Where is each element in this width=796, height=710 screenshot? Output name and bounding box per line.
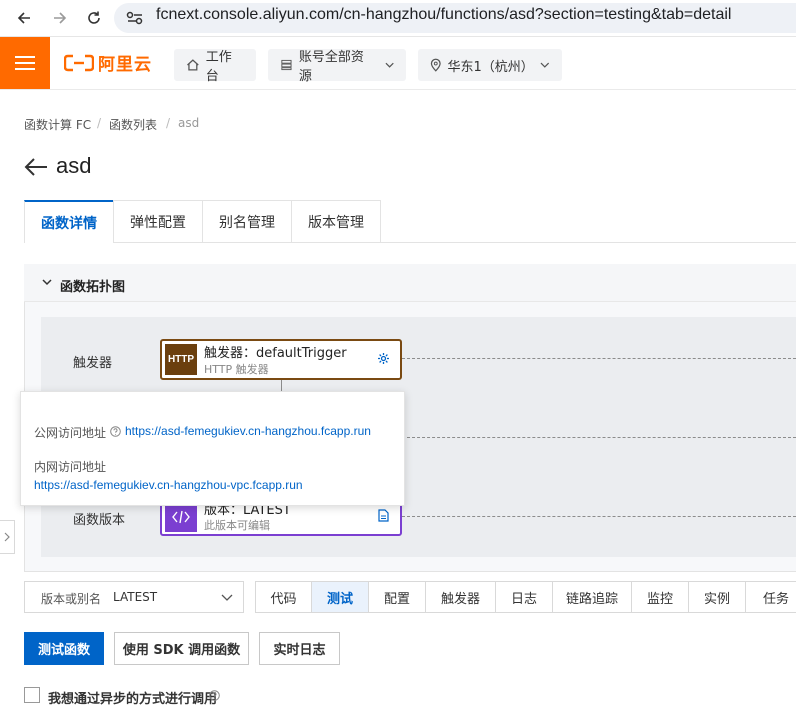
test-function-button[interactable]: 测试函数 [24,632,104,665]
public-url-link[interactable]: https://asd-femegukiev.cn-hangzhou.fcapp… [125,424,371,438]
page-title: asd [56,153,92,178]
breadcrumb-fc[interactable]: 函数计算 FC [24,116,91,133]
menu-button[interactable] [0,37,50,89]
http-trigger-icon: HTTP [165,344,197,375]
realtime-log-button[interactable]: 实时日志 [259,632,340,665]
alias-dashed-line [402,437,796,438]
url-text: fcnext.console.aliyun.com/cn-hangzhou/fu… [156,6,732,23]
subtab-monitoring[interactable]: 监控 [632,581,689,613]
tabs-divider [24,242,796,243]
side-expand-handle[interactable] [0,520,15,554]
tab-elastic-config[interactable]: 弹性配置 [113,200,203,242]
public-url-label: 公网访问地址 [34,426,107,440]
resource-scope-dropdown[interactable]: 账号全部资源 [268,49,406,84]
breadcrumb-function-list[interactable]: 函数列表 [109,116,157,133]
resource-icon [281,59,292,71]
subtab-tracing[interactable]: 链路追踪 [553,581,632,613]
workbench-button[interactable]: 工作台 [174,49,256,84]
private-url-link[interactable]: https://asd-femegukiev.cn-hangzhou-vpc.f… [34,478,303,492]
trigger-type: HTTP 触发器 [204,363,269,376]
subtab-test[interactable]: 测试 [312,581,369,613]
subtab-code[interactable]: 代码 [255,581,312,613]
chevron-down-icon [221,594,233,601]
site-settings-icon[interactable] [126,10,144,26]
region-dropdown[interactable]: 华东1（杭州） [418,49,562,81]
version-select-value: LATEST [113,590,158,604]
version-select-label: 版本或别名 [41,592,102,606]
tab-version-management[interactable]: 版本管理 [291,200,381,242]
gear-icon[interactable] [377,352,390,365]
document-icon[interactable] [378,509,389,522]
async-checkbox-label: 我想通过异步的方式进行调用 [48,692,218,707]
subtab-instances[interactable]: 实例 [689,581,746,613]
reload-icon[interactable] [82,6,106,30]
trigger-row-label: 触发器 [73,356,113,371]
version-icon [165,502,197,532]
private-url-label: 内网访问地址 [34,460,107,474]
location-pin-icon [430,58,441,72]
async-checkbox[interactable] [24,687,40,703]
chevron-down-icon [385,62,394,68]
aliyun-logo[interactable]: 阿里云 [64,50,152,75]
home-icon [187,59,199,71]
tab-function-details[interactable]: 函数详情 [24,200,114,243]
topology-panel-header[interactable] [24,264,796,302]
sdk-invoke-button[interactable]: 使用 SDK 调用函数 [114,632,249,665]
help-icon[interactable] [209,690,220,701]
subtab-triggers[interactable]: 触发器 [426,581,496,613]
chevron-right-icon [4,532,10,542]
version-row-label: 函数版本 [73,513,126,528]
forward-arrow-icon[interactable] [48,6,72,30]
aliyun-logo-icon [64,54,94,71]
version-dashed-line [402,516,796,517]
trigger-name: 触发器：defaultTrigger [204,346,347,361]
breadcrumb-separator: / [166,116,171,130]
help-icon[interactable] [110,426,121,437]
hamburger-icon [15,56,35,70]
trigger-dashed-line [402,358,796,359]
back-arrow-icon[interactable] [24,158,48,176]
subtab-tasks[interactable]: 任务 [746,581,796,613]
collapse-chevron-icon[interactable] [42,278,52,286]
tab-alias-management[interactable]: 别名管理 [202,200,292,242]
subtab-logs[interactable]: 日志 [496,581,553,613]
chevron-down-icon [540,62,550,68]
back-arrow-icon[interactable] [12,6,36,30]
breadcrumb-separator: / [97,116,102,130]
topology-title: 函数拓扑图 [60,280,126,295]
version-desc: 此版本可编辑 [204,519,270,532]
subtab-config[interactable]: 配置 [369,581,426,613]
breadcrumb-current: asd [178,116,200,130]
